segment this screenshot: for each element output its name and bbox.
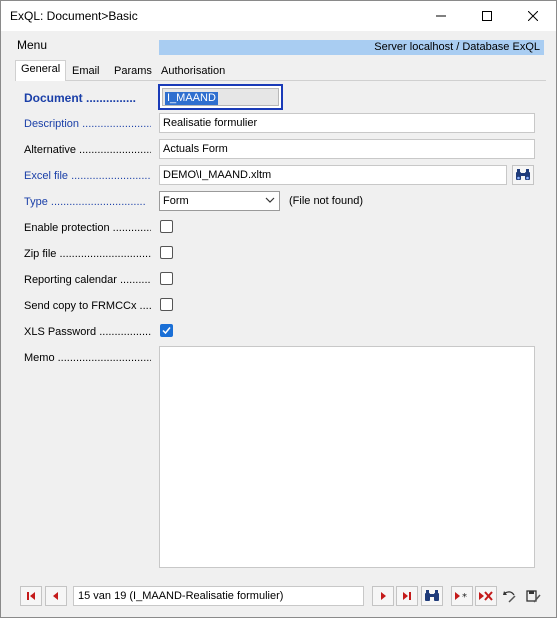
description-input[interactable]: Realisatie formulier [159, 113, 535, 133]
delete-record-button[interactable] [475, 586, 497, 606]
title-bar: ExQL: Document>Basic [1, 1, 556, 31]
new-record-icon: * [455, 592, 467, 601]
close-icon [528, 11, 538, 21]
next-record-icon [381, 592, 386, 600]
undo-icon [503, 591, 516, 603]
maximize-button[interactable] [464, 1, 510, 31]
enable-protection-checkbox[interactable] [160, 220, 173, 233]
delete-record-icon [479, 591, 493, 601]
undo-button[interactable] [499, 586, 521, 606]
tab-params[interactable]: Params [108, 62, 158, 80]
zip-file-checkbox[interactable] [160, 246, 173, 259]
last-record-icon [403, 592, 411, 600]
document-input[interactable]: I_MAAND [162, 88, 279, 106]
excel-file-label[interactable]: Excel file .............................… [24, 170, 151, 182]
send-copy-label: Send copy to FRMCCx .... [24, 300, 151, 312]
new-record-button[interactable]: * [451, 586, 473, 606]
binoculars-icon [516, 169, 530, 180]
binoculars-icon [425, 590, 439, 601]
alternative-input[interactable]: Actuals Form [159, 139, 535, 159]
checkmark-icon [162, 327, 171, 335]
tab-authorisation[interactable]: Authorisation [155, 62, 231, 80]
last-record-button[interactable] [396, 586, 418, 606]
alternative-label: Alternative ............................… [24, 144, 151, 156]
memo-textarea[interactable] [159, 346, 535, 568]
minimize-icon [436, 15, 446, 17]
reporting-calendar-checkbox[interactable] [160, 272, 173, 285]
minimize-button[interactable] [418, 1, 464, 31]
reporting-calendar-label: Reporting calendar .......... [24, 274, 151, 286]
document-value: I_MAAND [165, 92, 218, 105]
send-copy-checkbox[interactable] [160, 298, 173, 311]
save-record-button[interactable] [522, 586, 544, 606]
record-position-field[interactable]: 15 van 19 (I_MAAND-Realisatie formulier) [73, 586, 364, 606]
chevron-down-icon [265, 197, 275, 203]
first-record-icon [27, 592, 35, 600]
type-label[interactable]: Type ............................... [24, 196, 151, 208]
file-status-note: (File not found) [289, 195, 363, 207]
type-select[interactable]: Form [159, 191, 280, 211]
previous-record-button[interactable] [45, 586, 67, 606]
tab-general[interactable]: General [15, 60, 67, 81]
first-record-button[interactable] [20, 586, 42, 606]
xls-password-label: XLS Password .................. [24, 326, 151, 338]
window-title: ExQL: Document>Basic [10, 9, 138, 23]
menu-bar: Menu Server localhost / Database ExQL [1, 35, 556, 55]
exql-window: ExQL: Document>Basic Menu Server localho… [0, 0, 557, 618]
xls-password-checkbox[interactable] [160, 324, 173, 337]
search-record-button[interactable] [421, 586, 443, 606]
save-icon [526, 590, 541, 603]
browse-file-button[interactable] [512, 165, 534, 185]
memo-label: Memo ............................... [24, 352, 151, 364]
maximize-icon [482, 11, 492, 21]
excel-file-input[interactable]: DEMO\I_MAAND.xltm [159, 165, 507, 185]
enable-protection-label: Enable protection .............. [24, 222, 151, 234]
previous-record-icon [53, 592, 58, 600]
type-select-value: Form [163, 195, 189, 207]
record-navigator: 15 van 19 (I_MAAND-Realisatie formulier)… [1, 582, 556, 610]
server-info-banner: Server localhost / Database ExQL [159, 40, 544, 55]
menu-item[interactable]: Menu [17, 38, 47, 52]
next-record-button[interactable] [372, 586, 394, 606]
document-field[interactable]: I_MAAND [158, 84, 283, 110]
svg-text:*: * [462, 592, 467, 601]
zip-file-label: Zip file ............................... [24, 248, 151, 260]
description-label[interactable]: Description ............................… [24, 118, 151, 130]
close-button[interactable] [510, 1, 556, 31]
tab-email[interactable]: Email [66, 62, 106, 80]
document-label: Document ............... [24, 91, 137, 105]
